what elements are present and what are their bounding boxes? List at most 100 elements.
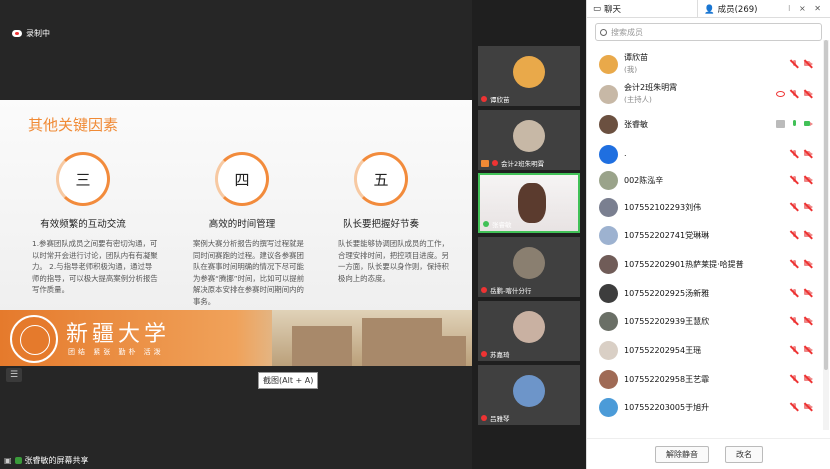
video-tile[interactable]: 岳鹏-喀什分行	[478, 237, 580, 297]
list-item[interactable]: 107552202741党琳琳	[587, 223, 823, 249]
mic-on-icon	[483, 221, 489, 227]
camera-off-icon[interactable]	[804, 260, 813, 268]
factor-number: 五	[354, 152, 408, 206]
camera-off-icon[interactable]	[804, 90, 813, 98]
panel-controls[interactable]: ⁝ × ✕	[788, 4, 824, 13]
video-tile[interactable]: 吕雅琴	[478, 365, 580, 425]
recording-label: 录制中	[26, 29, 50, 38]
list-item[interactable]: 会计2班朱明霄 (主持人)	[587, 82, 823, 108]
camera-off-icon[interactable]	[804, 346, 813, 354]
list-item[interactable]: 107552202958王艺霏	[587, 367, 823, 393]
camera-off-icon[interactable]	[804, 60, 813, 68]
avatar	[513, 120, 545, 152]
list-item[interactable]: .	[587, 142, 823, 168]
list-item[interactable]: 107552202954王瑶	[587, 338, 823, 364]
avatar	[599, 85, 618, 104]
participant-name: 张睿敏	[492, 221, 512, 229]
avatar	[513, 311, 545, 343]
shared-screen: 录制中 其他关键因素 三 有效频繁的互动交流 1.参赛团队成员之间要有密切沟通，…	[0, 0, 472, 469]
member-search[interactable]: 搜索成员	[595, 23, 822, 41]
member-name: 107552202925汤新雅	[624, 289, 710, 298]
panel-actions: 解除静音 改名	[587, 438, 830, 469]
list-item[interactable]: 002陈泓辛	[587, 168, 823, 194]
avatar	[513, 247, 545, 279]
tab-chat[interactable]: ▭ 聊天	[587, 0, 697, 17]
member-name: 107552102293刘伟	[624, 203, 702, 212]
list-item[interactable]: 107552102293刘伟	[587, 195, 823, 221]
mic-muted-icon[interactable]	[790, 346, 799, 354]
university-motto: 团结 紧张 勤朴 活泼	[68, 348, 164, 356]
mic-muted-icon[interactable]	[790, 375, 799, 383]
tab-members[interactable]: 👤 成员(269) ⁝ × ✕	[697, 0, 830, 17]
avatar	[513, 56, 545, 88]
camera-off-icon[interactable]	[804, 289, 813, 297]
list-item[interactable]: 107552202925汤新雅	[587, 281, 823, 307]
participant-name: 岳鹏-喀什分行	[490, 287, 532, 295]
avatar	[513, 375, 545, 407]
view-icon	[776, 91, 785, 97]
video-tile[interactable]: 谭欣苗	[478, 46, 580, 106]
mic-muted-icon[interactable]	[790, 289, 799, 297]
list-item[interactable]: 谭欣苗 (我)	[587, 52, 823, 78]
member-name: 107552202741党琳琳	[624, 231, 710, 240]
camera-off-icon[interactable]	[804, 150, 813, 158]
participant-name: 苏嘉琦	[490, 351, 510, 359]
list-icon[interactable]: ☰	[6, 368, 22, 382]
mic-muted-icon[interactable]	[790, 90, 799, 98]
factor-5: 五 队长要把握好节奏 队长要能够协调团队成员的工作，合理安排时间，把控项目进度。…	[306, 152, 456, 284]
member-role: (主持人)	[624, 95, 652, 104]
mic-muted-icon[interactable]	[790, 176, 799, 184]
mic-muted-icon[interactable]	[790, 403, 799, 411]
rename-button[interactable]: 改名	[725, 445, 763, 463]
member-name: 107552203005于旭升	[624, 403, 710, 412]
avatar	[599, 55, 618, 74]
camera-off-icon[interactable]	[804, 317, 813, 325]
avatar	[599, 312, 618, 331]
mic-muted-icon[interactable]	[790, 231, 799, 239]
user-icon: 👤	[704, 4, 715, 15]
camera-off-icon[interactable]	[804, 231, 813, 239]
avatar	[599, 341, 618, 360]
mic-muted-icon[interactable]	[790, 60, 799, 68]
mic-muted-icon[interactable]	[790, 260, 799, 268]
member-name: 谭欣苗	[624, 53, 648, 62]
factor-text: 1.参赛团队成员之间要有密切沟通，可以时常开会进行讨论，团队内有有凝聚力。 2.…	[32, 239, 158, 294]
camera-on-icon[interactable]	[804, 120, 813, 128]
panel-tabs: ▭ 聊天 👤 成员(269) ⁝ × ✕	[587, 0, 830, 18]
tab-chat-label: 聊天	[604, 4, 622, 15]
mic-muted-icon[interactable]	[790, 203, 799, 211]
factor-text: 队长要能够协调团队成员的工作，合理安排时间，把控项目进度。另一方面，队长要以身作…	[338, 239, 449, 283]
mic-muted-icon	[481, 96, 487, 102]
avatar	[599, 198, 618, 217]
mic-muted-icon	[481, 415, 487, 421]
unmute-all-button[interactable]: 解除静音	[655, 445, 709, 463]
list-item[interactable]: 107552202939王慧欣	[587, 309, 823, 335]
meeting-window: 录制中 其他关键因素 三 有效频繁的互动交流 1.参赛团队成员之间要有密切沟通，…	[0, 0, 830, 469]
video-tile[interactable]: 苏嘉琦	[478, 301, 580, 361]
list-item[interactable]: 张睿敏	[587, 112, 823, 138]
recording-indicator: 录制中	[12, 28, 50, 39]
member-name: 张睿敏	[624, 120, 648, 129]
avatar	[518, 183, 546, 223]
screen-share-icon	[776, 120, 785, 128]
camera-off-icon[interactable]	[804, 203, 813, 211]
member-name: 107552202954王瑶	[624, 346, 702, 355]
camera-off-icon[interactable]	[804, 403, 813, 411]
mic-muted-icon[interactable]	[790, 150, 799, 158]
factor-3: 三 有效频繁的互动交流 1.参赛团队成员之间要有密切沟通，可以时常开会进行讨论，…	[8, 152, 158, 296]
list-item[interactable]: 107552203005于旭升	[587, 395, 823, 421]
mic-on-icon[interactable]	[790, 120, 799, 128]
slide-title: 其他关键因素	[28, 116, 119, 134]
mic-muted-icon[interactable]	[790, 317, 799, 325]
participant-name: 谭欣苗	[490, 96, 510, 104]
list-item[interactable]: 107552202901热萨莱提·哈提普	[587, 252, 823, 278]
camera-off-icon[interactable]	[804, 375, 813, 383]
video-tile[interactable]: 会计2班朱明霄	[478, 110, 580, 170]
member-list-scrollbar[interactable]	[823, 40, 829, 430]
cloud-record-icon	[12, 30, 22, 37]
camera-off-icon[interactable]	[804, 176, 813, 184]
member-name: 会计2班朱明霄	[624, 83, 678, 92]
video-tile-active[interactable]: 张睿敏	[478, 173, 580, 233]
share-status-label: 张睿敏的屏幕共享	[24, 455, 89, 465]
share-status-icon: ▣	[4, 455, 12, 465]
